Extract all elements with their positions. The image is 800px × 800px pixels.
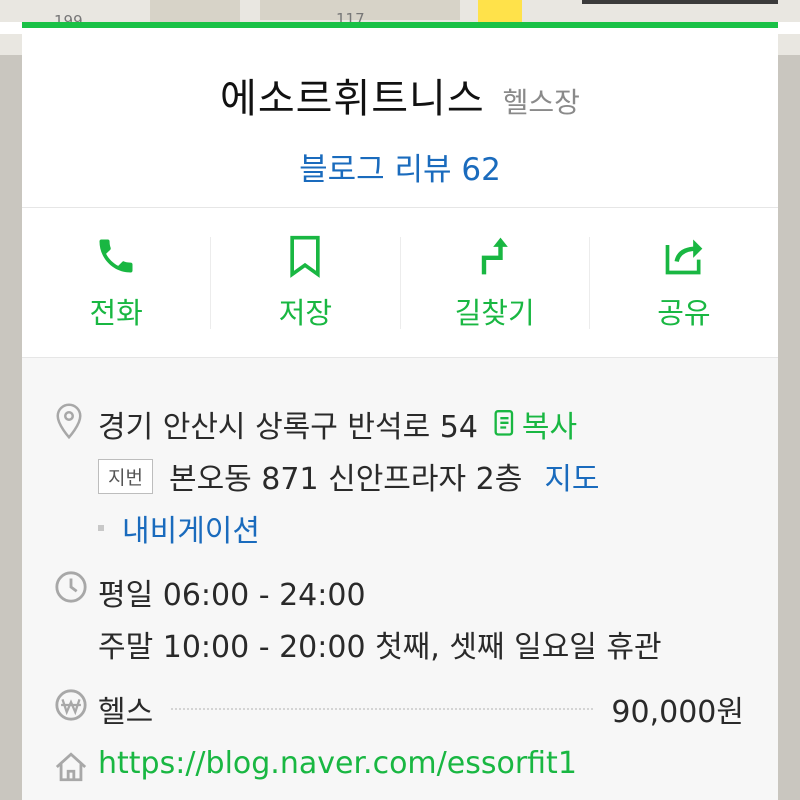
save-button[interactable]: 저장 xyxy=(210,234,399,330)
save-label: 저장 xyxy=(278,295,333,330)
road-address: 경기 안산시 상록구 반석로 54 xyxy=(98,410,478,445)
website-link[interactable]: https://blog.naver.com/essorfit1 xyxy=(98,746,577,781)
weekday-hours: 평일 06:00 - 24:00 xyxy=(98,578,366,613)
map-edge-left xyxy=(0,55,22,800)
map-overlay-bar xyxy=(582,0,778,4)
jibun-tag: 지번 xyxy=(98,458,153,494)
place-header: 에소르휘트니스 헬스장 블로그 리뷰 62 xyxy=(22,28,778,208)
place-category: 헬스장 xyxy=(502,86,580,119)
won-icon xyxy=(54,684,98,722)
clock-icon xyxy=(54,566,98,604)
place-info: 경기 안산시 상록구 반석로 54 복사 지번 본오동 871 신안프라자 2층… xyxy=(22,358,778,784)
place-name: 에소르휘트니스 xyxy=(220,76,485,122)
call-button[interactable]: 전화 xyxy=(22,234,210,330)
call-label: 전화 xyxy=(89,295,143,330)
directions-button[interactable]: 길찾기 xyxy=(399,234,589,330)
jibun-address: 본오동 871 신안프라자 2층 xyxy=(168,462,523,497)
copy-address-button[interactable]: 복사 xyxy=(494,402,577,446)
price-item: 헬스 xyxy=(98,695,154,730)
price-amount: 90,000원 xyxy=(611,695,744,730)
phone-icon xyxy=(93,234,139,278)
map-link[interactable]: 지도 xyxy=(544,454,599,498)
share-icon xyxy=(661,234,707,278)
share-button[interactable]: 공유 xyxy=(588,234,778,330)
website-section: https://blog.naver.com/essorfit1 xyxy=(54,734,778,784)
location-pin-icon xyxy=(54,398,98,440)
bullet-dot xyxy=(98,525,104,531)
directions-icon xyxy=(472,234,518,278)
copy-icon xyxy=(494,410,514,436)
place-card: 에소르휘트니스 헬스장 블로그 리뷰 62 전화 저장 길찾기 공유 경기 안산… xyxy=(22,22,778,800)
map-road-highlight xyxy=(478,0,522,22)
price-leader xyxy=(171,708,594,710)
blog-review-link[interactable]: 블로그 리뷰 62 xyxy=(299,144,501,189)
hours-section: 평일 06:00 - 24:00 주말 10:00 - 20:00 첫째, 셋째… xyxy=(54,554,778,670)
map-edge-right xyxy=(778,55,800,800)
home-icon xyxy=(54,746,98,784)
share-label: 공유 xyxy=(657,295,711,330)
directions-label: 길찾기 xyxy=(454,295,535,330)
navigation-link[interactable]: 내비게이션 xyxy=(122,506,260,550)
price-section: 헬스 90,000원 xyxy=(54,670,778,734)
weekend-hours: 주말 10:00 - 20:00 첫째, 셋째 일요일 휴관 xyxy=(98,630,662,665)
copy-label: 복사 xyxy=(521,410,578,445)
map-block xyxy=(150,0,240,22)
address-section: 경기 안산시 상록구 반석로 54 복사 지번 본오동 871 신안프라자 2층… xyxy=(54,358,778,554)
bookmark-icon xyxy=(282,234,328,278)
action-bar: 전화 저장 길찾기 공유 xyxy=(22,208,778,358)
